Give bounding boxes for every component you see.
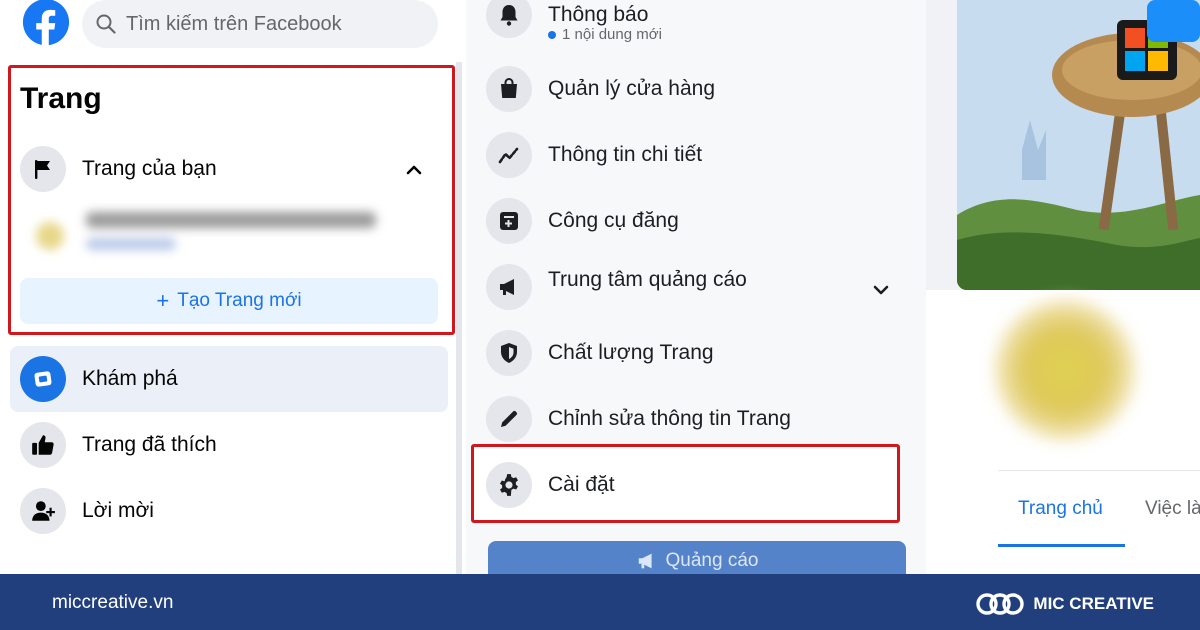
- nav-item-explore[interactable]: Khám phá: [20, 356, 178, 402]
- menu-label: Công cụ đăng: [548, 209, 679, 232]
- nav-label: Khám phá: [82, 367, 178, 390]
- unread-dot: [548, 30, 556, 39]
- menu-label: Chỉnh sửa thông tin Trang: [548, 407, 791, 430]
- page-avatar: [36, 222, 64, 250]
- menu-item-settings[interactable]: Cài đặt: [486, 462, 615, 508]
- page-cover-photo: [957, 0, 1200, 290]
- menu-item-page-quality[interactable]: Chất lượng Trang: [486, 330, 714, 376]
- thumbs-up-icon: [20, 422, 66, 468]
- page-profile-avatar[interactable]: [995, 300, 1135, 440]
- menu-label: Cài đặt: [548, 473, 615, 496]
- blurred-page-entry[interactable]: [34, 204, 376, 260]
- add-person-icon: [20, 488, 66, 534]
- menu-item-publishing-tools[interactable]: Công cụ đăng: [486, 198, 679, 244]
- trend-icon: [486, 132, 532, 178]
- footer-bar: miccreative.vn MIC CREATIVE: [0, 574, 1200, 630]
- plus-icon: +: [156, 288, 170, 313]
- divider: [998, 470, 1200, 471]
- explore-icon: [20, 356, 66, 402]
- megaphone-icon: [638, 553, 652, 569]
- footer-brand-name: MIC CREATIVE: [1033, 594, 1154, 613]
- footer-url: miccreative.vn: [52, 592, 174, 613]
- menu-label: Trung tâm quảng cáo: [548, 268, 747, 291]
- menu-label: Quản lý cửa hàng: [548, 77, 715, 100]
- menu-item-edit-page-info[interactable]: Chỉnh sửa thông tin Trang: [486, 396, 791, 442]
- gear-icon: [486, 462, 532, 508]
- shield-icon: [486, 330, 532, 376]
- footer-brand: MIC CREATIVE: [975, 590, 1154, 618]
- menu-label: Thông tin chi tiết: [548, 143, 703, 166]
- facebook-logo-icon[interactable]: [20, 0, 72, 48]
- pencil-icon: [486, 396, 532, 442]
- scrollbar[interactable]: [456, 62, 462, 574]
- nav-item-liked-pages[interactable]: Trang đã thích: [20, 422, 217, 468]
- tab-home-underline: [998, 544, 1125, 547]
- search-bar[interactable]: [82, 0, 438, 48]
- nav-label: Trang đã thích: [82, 433, 217, 456]
- menu-item-insights[interactable]: Thông tin chi tiết: [486, 132, 702, 178]
- search-input[interactable]: [126, 12, 406, 36]
- your-pages-row[interactable]: Trang của bạn: [20, 146, 438, 192]
- chevron-down-icon[interactable]: [871, 280, 891, 300]
- create-page-button[interactable]: + Tạo Trang mới: [20, 278, 438, 324]
- nav-item-invites[interactable]: Lời mời: [20, 488, 154, 534]
- your-pages-label: Trang của bạn: [82, 157, 217, 180]
- tab-home[interactable]: Trang chủ: [1018, 498, 1103, 520]
- cover-illustration: [957, 0, 1200, 290]
- menu-label: Chất lượng Trang: [548, 341, 714, 364]
- menu-item-ad-center[interactable]: Trung tâm quảng cáo: [486, 264, 747, 310]
- publishing-tools-icon: [486, 198, 532, 244]
- create-page-label: Tạo Trang mới: [177, 290, 302, 311]
- flag-icon: [20, 146, 66, 192]
- menu-label: Thông báo: [548, 3, 649, 26]
- shopping-bag-icon: [486, 66, 532, 112]
- bell-icon: [486, 0, 532, 38]
- tab-jobs[interactable]: Việc là: [1145, 498, 1200, 520]
- menu-item-manage-shop[interactable]: Quản lý cửa hàng: [486, 66, 715, 112]
- nav-label: Lời mời: [82, 499, 154, 522]
- chevron-up-icon[interactable]: [404, 160, 424, 180]
- search-icon: [96, 14, 116, 34]
- notification-subtext: 1 nội dung mới: [548, 26, 662, 43]
- mic-creative-logo-icon: [976, 593, 1025, 615]
- megaphone-icon: [486, 264, 532, 310]
- section-title: Trang: [20, 82, 102, 115]
